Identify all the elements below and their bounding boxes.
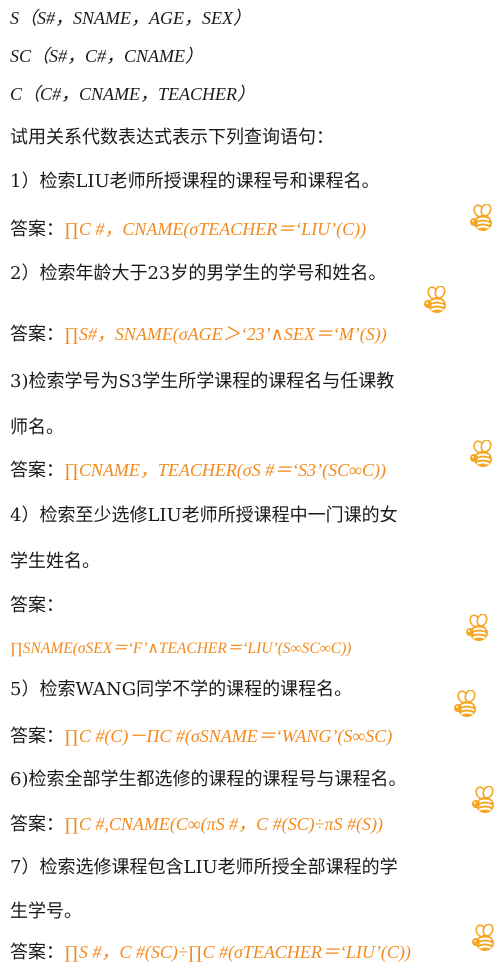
- question-5: 5）检索WANG同学不学的课程的课程名。: [10, 679, 353, 700]
- answer-4: ∏SNAME(σSEX＝‘F’∧TEACHER＝‘LIU’(S∞SC∞C)): [10, 640, 352, 657]
- answer-5: ∏C #(C)－ΠC #(σSNAME＝‘WANG’(S∞SC): [64, 726, 393, 746]
- question-7-line-2: 生学号。: [10, 901, 82, 922]
- question-4-line-1: 4）检索至少选修LIU老师所授课程中一门课的女: [10, 505, 398, 526]
- schema-s: S（S#，SNAME，AGE，SEX）: [10, 8, 251, 28]
- answer-label: 答案：: [10, 324, 64, 345]
- answer-3: ∏CNAME，TEACHER(σS #＝‘S3’(SC∞C)): [64, 460, 386, 480]
- bee-icon: [471, 924, 496, 952]
- answer-1-row: 答案：∏C #，CNAME(σTEACHER＝‘LIU’(C)): [10, 217, 366, 242]
- answer-label: 答案：: [10, 460, 64, 481]
- instruction: 试用关系代数表达式表示下列查询语句：: [10, 127, 334, 148]
- bee-icon: [469, 204, 494, 232]
- question-4-line-2: 学生姓名。: [10, 551, 100, 572]
- answer-2: ∏S#，SNAME(σAGE＞‘23’∧SEX＝‘M’(S)): [64, 324, 387, 344]
- answer-label: 答案：: [10, 814, 64, 835]
- answer-7: ∏S #，C #(SC)÷∏C #(σTEACHER＝‘LIU’(C)): [64, 942, 411, 962]
- bee-icon: [453, 690, 478, 718]
- answer-1: ∏C #，CNAME(σTEACHER＝‘LIU’(C)): [64, 219, 367, 239]
- question-3-line-1: 3)检索学号为S3学生所学课程的课程名与任课教: [10, 371, 395, 392]
- schema-sc: SC（S#，C#，CNAME）: [10, 46, 204, 66]
- answer-5-row: 答案：∏C #(C)－ΠC #(σSNAME＝‘WANG’(S∞SC): [10, 724, 392, 749]
- question-1: 1）检索LIU老师所授课程的课程号和课程名。: [10, 171, 380, 192]
- question-6: 6)检索全部学生都选修的课程的课程号与课程名。: [10, 769, 407, 790]
- schema-c: C（C#，CNAME，TEACHER）: [10, 84, 256, 104]
- answer-6-row: 答案：∏C #,CNAME(C∞(πS #，C #(SC)÷πS #(S)): [10, 812, 383, 837]
- answer-2-row: 答案：∏S#，SNAME(σAGE＞‘23’∧SEX＝‘M’(S)): [10, 322, 387, 347]
- answer-3-row: 答案：∏CNAME，TEACHER(σS #＝‘S3’(SC∞C)): [10, 458, 386, 483]
- bee-icon: [469, 440, 494, 468]
- bee-icon: [465, 614, 490, 642]
- bee-icon: [423, 286, 448, 314]
- answer-label: 答案：: [10, 726, 64, 747]
- answer-4-label: 答案：: [10, 595, 64, 616]
- answer-label: 答案：: [10, 942, 64, 963]
- answer-label: 答案：: [10, 219, 64, 240]
- bee-icon: [471, 786, 496, 814]
- answer-6: ∏C #,CNAME(C∞(πS #，C #(SC)÷πS #(S)): [64, 814, 384, 834]
- answer-4-row: ∏SNAME(σSEX＝‘F’∧TEACHER＝‘LIU’(S∞SC∞C)): [10, 636, 351, 661]
- question-3-line-2: 师名。: [10, 417, 64, 438]
- question-2: 2）检索年龄大于23岁的男学生的学号和姓名。: [10, 263, 387, 284]
- question-7-line-1: 7）检索选修课程包含LIU老师所授全部课程的学: [10, 857, 398, 878]
- answer-7-row: 答案：∏S #，C #(SC)÷∏C #(σTEACHER＝‘LIU’(C)): [10, 940, 411, 965]
